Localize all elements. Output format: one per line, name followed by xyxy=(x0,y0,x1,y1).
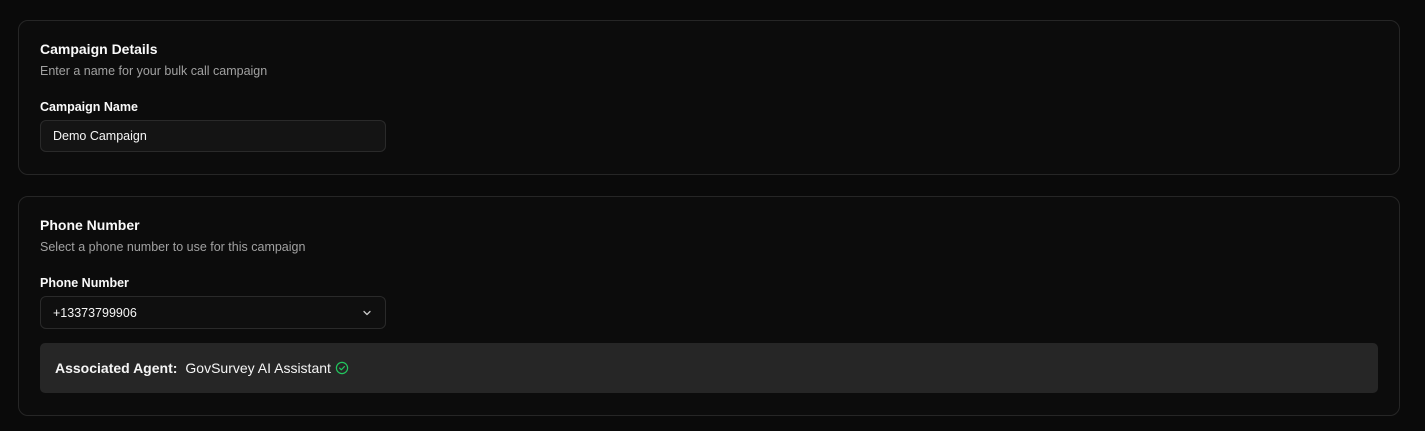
campaign-name-input[interactable] xyxy=(40,120,386,152)
campaign-name-label: Campaign Name xyxy=(40,100,138,114)
phone-number-value: +13373799906 xyxy=(53,305,137,320)
campaign-details-title: Campaign Details xyxy=(40,41,158,57)
phone-number-description: Select a phone number to use for this ca… xyxy=(40,240,306,254)
phone-number-title: Phone Number xyxy=(40,217,140,233)
chevron-down-icon xyxy=(361,307,373,319)
phone-number-select[interactable]: +13373799906 xyxy=(40,296,386,329)
associated-agent-label: Associated Agent: xyxy=(55,360,178,376)
phone-number-card: Phone Number Select a phone number to us… xyxy=(18,196,1400,416)
check-circle-icon xyxy=(335,361,349,375)
associated-agent-box: Associated Agent: GovSurvey AI Assistant xyxy=(40,343,1378,393)
phone-number-label: Phone Number xyxy=(40,276,129,290)
associated-agent-name: GovSurvey AI Assistant xyxy=(185,360,331,376)
campaign-details-description: Enter a name for your bulk call campaign xyxy=(40,64,268,78)
campaign-details-card: Campaign Details Enter a name for your b… xyxy=(18,20,1400,175)
